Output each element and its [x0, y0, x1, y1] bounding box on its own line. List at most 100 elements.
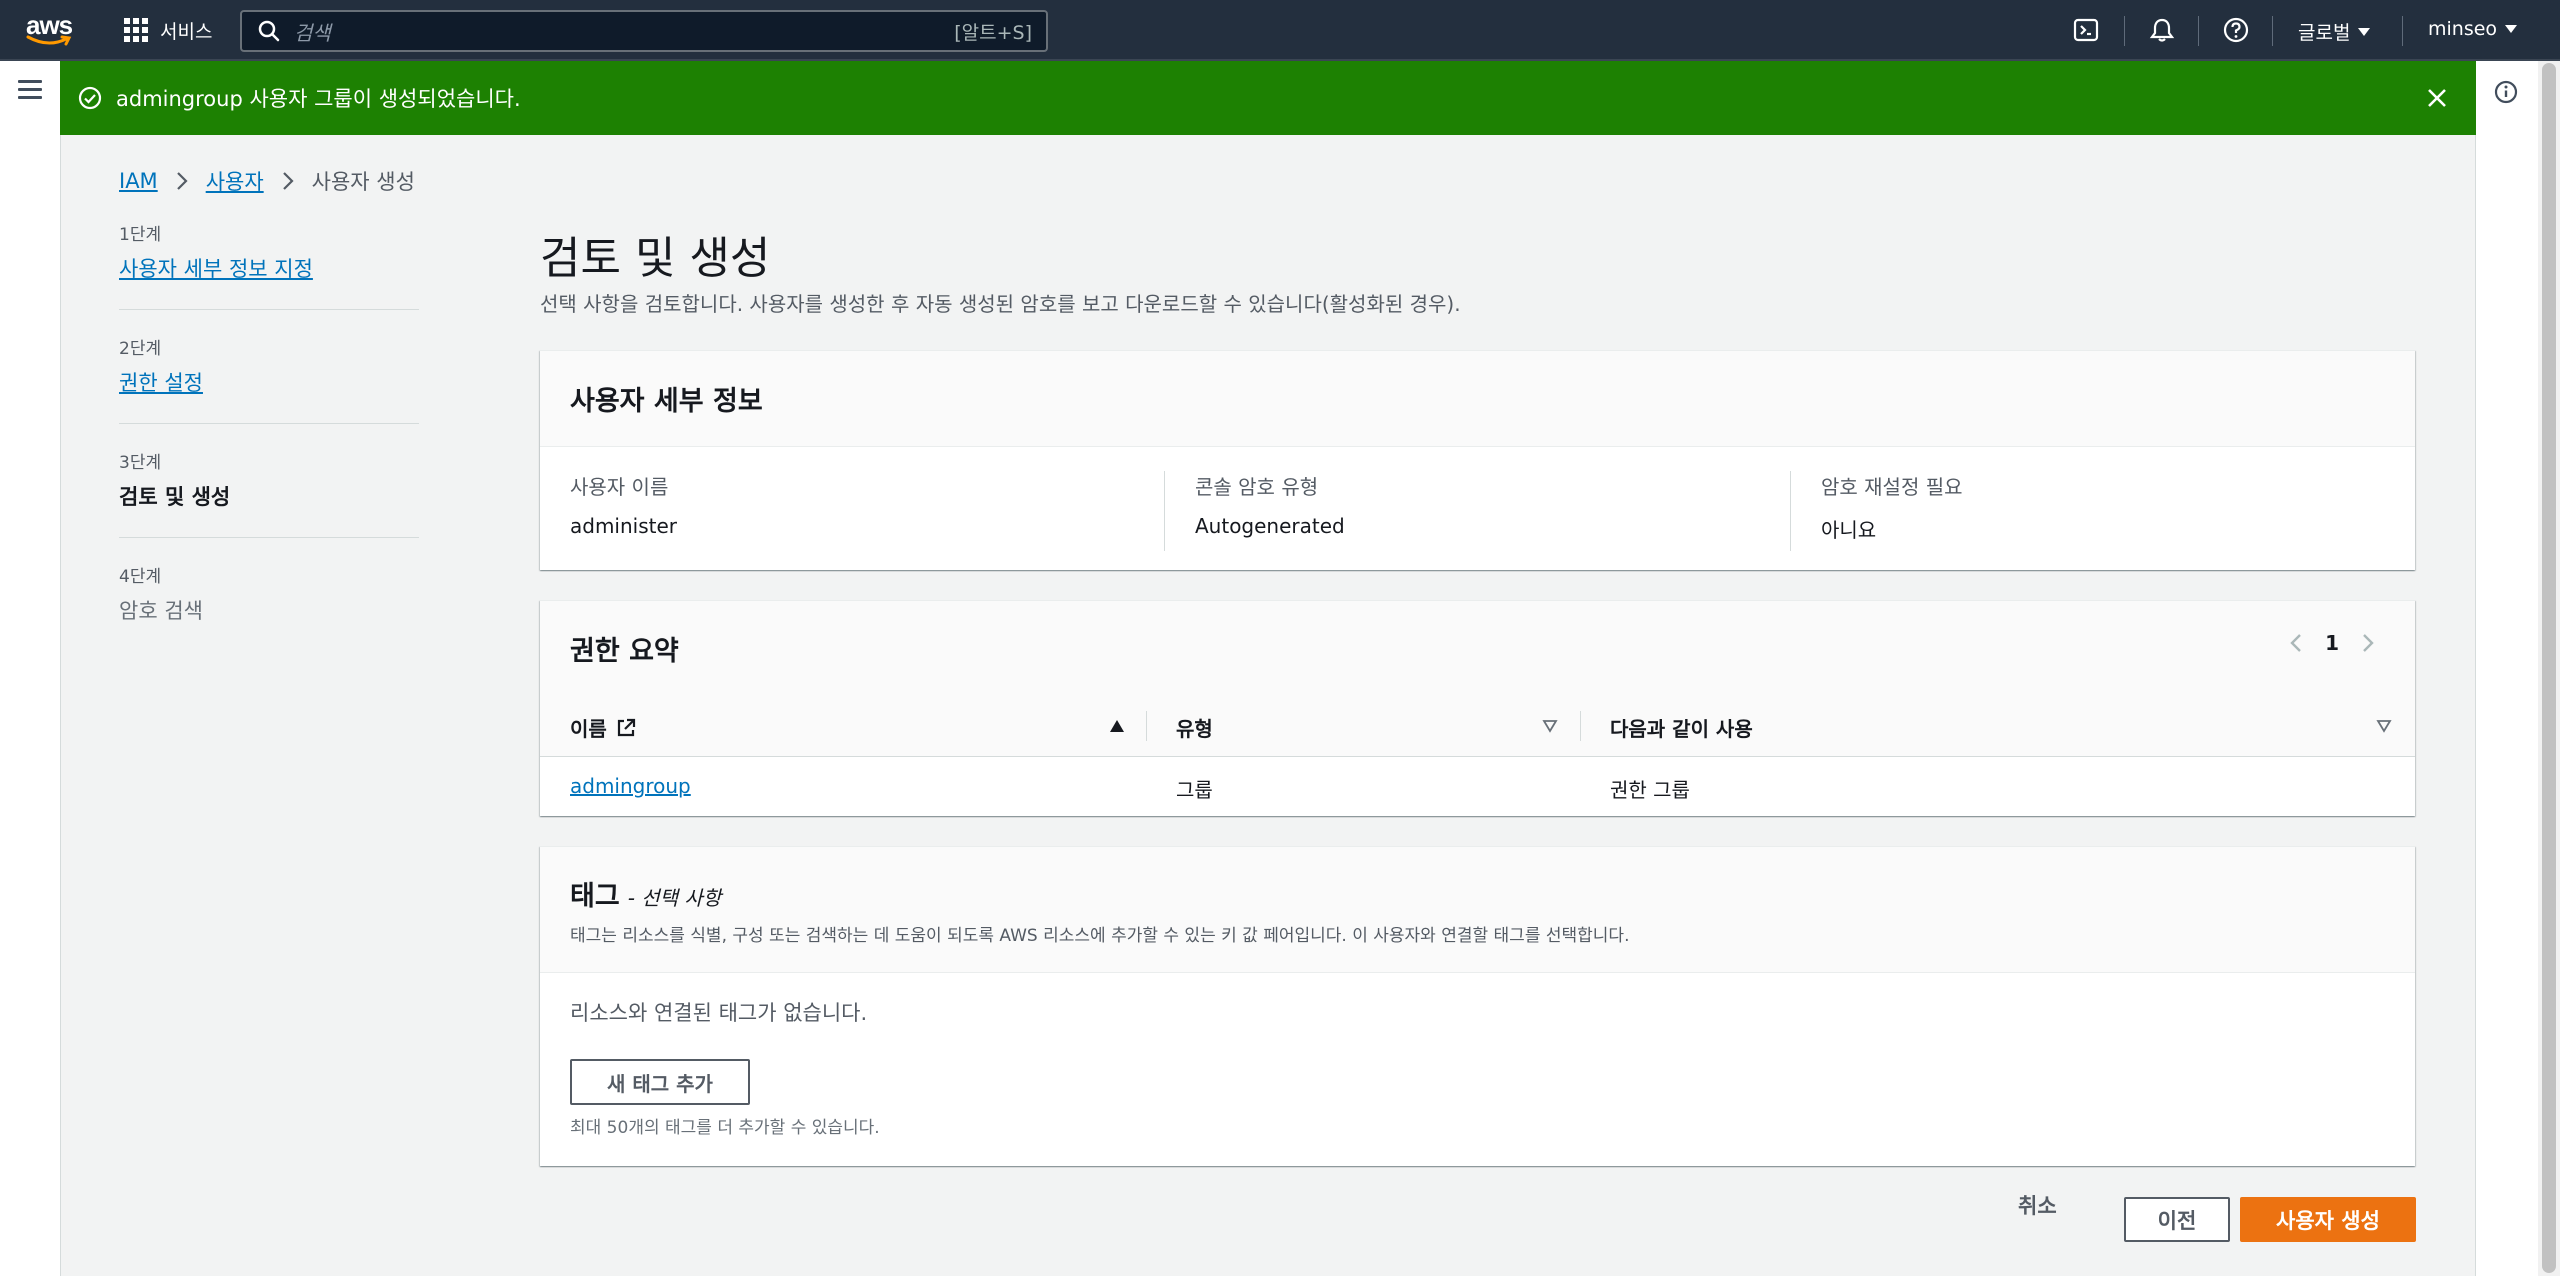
page-title: 검토 및 생성: [540, 233, 771, 284]
breadcrumb-iam[interactable]: IAM: [119, 169, 158, 193]
search-shortcut: [알트+S]: [954, 21, 1032, 44]
page-description: 선택 사항을 검토합니다. 사용자를 생성한 후 자동 생성된 암호를 보고 다…: [540, 292, 1461, 316]
column-header-label: 유형: [1176, 717, 1213, 741]
chevron-left-icon[interactable]: [2289, 632, 2303, 654]
account-menu[interactable]: minseo: [2428, 18, 2518, 40]
group-link-admingroup[interactable]: admingroup: [570, 774, 691, 798]
step-number: 1단계: [119, 225, 162, 245]
kv-key: 콘솔 암호 유형: [1195, 475, 1319, 499]
cell-type: 그룹: [1176, 778, 1213, 802]
chevron-right-icon: [282, 172, 294, 190]
tags-limit-hint: 최대 50개의 태그를 더 추가할 수 있습니다.: [570, 1118, 880, 1138]
create-user-button[interactable]: 사용자 생성: [2240, 1197, 2416, 1242]
wizard-step-4: 4단계 암호 검색: [119, 562, 419, 651]
table-header: 이름 유형 다음과 같이 사용: [540, 695, 2415, 757]
previous-button[interactable]: 이전: [2124, 1197, 2230, 1242]
step-link-permissions[interactable]: 권한 설정: [119, 367, 419, 397]
kv-value: 아니요: [1821, 518, 1877, 542]
menu-hamburger-icon[interactable]: [18, 80, 42, 100]
kv-key: 암호 재설정 필요: [1821, 475, 1963, 499]
aws-smile-icon: [26, 35, 72, 46]
step-number: 3단계: [119, 453, 162, 473]
column-header-name[interactable]: 이름: [570, 713, 637, 742]
external-link-icon: [617, 718, 635, 736]
services-label: 서비스: [160, 20, 213, 43]
column-header-label: 이름: [570, 717, 607, 741]
region-label: 글로벌: [2298, 22, 2351, 44]
pagination: 1: [2289, 631, 2375, 655]
search-placeholder: 검색: [294, 20, 331, 45]
step-link-user-details[interactable]: 사용자 세부 정보 지정: [119, 253, 419, 283]
kv-value: administer: [570, 514, 678, 538]
side-nav-strip: [0, 61, 60, 1276]
flash-message: admingroup 사용자 그룹이 생성되었습니다.: [116, 87, 521, 111]
kv-user-name: 사용자 이름 administer: [570, 471, 677, 551]
nav-divider: [2402, 16, 2403, 46]
column-header-used-as[interactable]: 다음과 같이 사용: [1610, 713, 1753, 742]
search-icon: [258, 20, 280, 42]
nav-divider: [2272, 16, 2273, 46]
tools-panel-strip: [2476, 61, 2536, 1276]
grid-icon: [124, 18, 148, 42]
sort-ascending-icon[interactable]: [1109, 719, 1125, 733]
notifications-bell-icon[interactable]: [2148, 16, 2176, 44]
scrollbar-thumb[interactable]: [2542, 63, 2556, 1273]
step-number: 4단계: [119, 567, 162, 587]
chevron-right-icon: [176, 172, 188, 190]
tags-title-row: 태그 - 선택 사항: [570, 874, 721, 913]
close-icon[interactable]: [2424, 85, 2450, 111]
column-header-type[interactable]: 유형: [1176, 713, 1213, 742]
tags-container: 태그 - 선택 사항 태그는 리소스를 식별, 구성 또는 검색하는 데 도움이…: [540, 846, 2415, 1166]
kv-password-reset: 암호 재설정 필요 아니요: [1821, 471, 1963, 551]
search-input[interactable]: 검색 [알트+S]: [240, 10, 1048, 52]
cell-name: admingroup: [570, 774, 691, 798]
user-details-title: 사용자 세부 정보: [570, 386, 763, 417]
tags-description: 태그는 리소스를 식별, 구성 또는 검색하는 데 도움이 되도록 AWS 리소…: [570, 925, 1630, 946]
column-divider: [1580, 711, 1581, 741]
help-icon[interactable]: [2222, 16, 2250, 44]
kv-key: 사용자 이름: [570, 475, 669, 499]
step-label-review: 검토 및 생성: [119, 485, 231, 509]
wizard-step-3: 3단계 검토 및 생성: [119, 448, 419, 538]
aws-logo[interactable]: aws: [24, 10, 76, 50]
tags-optional-label: - 선택 사항: [627, 885, 722, 910]
user-details-container: 사용자 세부 정보 사용자 이름 administer 콘솔 암호 유형 Aut…: [540, 350, 2415, 570]
nav-divider: [2124, 16, 2125, 46]
container-header: 권한 요약: [540, 601, 2415, 695]
wizard-step-2: 2단계 권한 설정: [119, 334, 419, 424]
container-header: 태그 - 선택 사항 태그는 리소스를 식별, 구성 또는 검색하는 데 도움이…: [540, 847, 2415, 973]
caret-down-icon: [2358, 27, 2371, 36]
services-menu-button[interactable]: 서비스: [124, 14, 212, 46]
no-tags-text: 리소스와 연결된 태그가 없습니다.: [570, 1001, 868, 1025]
cancel-button[interactable]: 취소: [2018, 1190, 2057, 1220]
column-divider: [1790, 471, 1791, 551]
nav-divider: [2198, 16, 2199, 46]
page-number[interactable]: 1: [2325, 631, 2339, 655]
sort-icon[interactable]: [1542, 719, 1558, 733]
column-divider: [1146, 711, 1147, 741]
sort-icon[interactable]: [2376, 719, 2392, 733]
breadcrumb-users[interactable]: 사용자: [206, 166, 264, 196]
region-selector[interactable]: 글로벌: [2298, 18, 2371, 45]
cell-used-as: 권한 그룹: [1610, 778, 1690, 802]
kv-value: Autogenerated: [1195, 514, 1345, 538]
cloudshell-icon[interactable]: [2072, 16, 2100, 44]
wizard-step-1: 1단계 사용자 세부 정보 지정: [119, 220, 419, 310]
container-header: 사용자 세부 정보: [540, 351, 2415, 447]
step-label-password: 암호 검색: [119, 599, 203, 623]
table-row: admingroup 그룹 권한 그룹: [540, 758, 2415, 816]
top-navigation: aws 서비스 검색 [알트+S] 글로벌 minseo: [0, 0, 2560, 61]
chevron-right-icon[interactable]: [2361, 632, 2375, 654]
success-flash-banner: admingroup 사용자 그룹이 생성되었습니다.: [60, 61, 2476, 135]
page-scrollbar[interactable]: [2538, 61, 2560, 1276]
tags-title: 태그: [570, 880, 620, 912]
permissions-summary-container: 권한 요약 1 이름 유형 다음과 같이 사용 admingroup 그룹 권한…: [540, 600, 2415, 816]
success-check-icon: [78, 86, 102, 110]
step-number: 2단계: [119, 339, 162, 359]
wizard-steps: 1단계 사용자 세부 정보 지정 2단계 권한 설정 3단계 검토 및 생성 4…: [119, 220, 419, 675]
add-new-tag-button[interactable]: 새 태그 추가: [570, 1059, 750, 1105]
column-divider: [1164, 471, 1165, 551]
user-label: minseo: [2428, 18, 2498, 40]
info-icon[interactable]: [2494, 80, 2518, 104]
caret-down-icon: [2505, 25, 2518, 33]
